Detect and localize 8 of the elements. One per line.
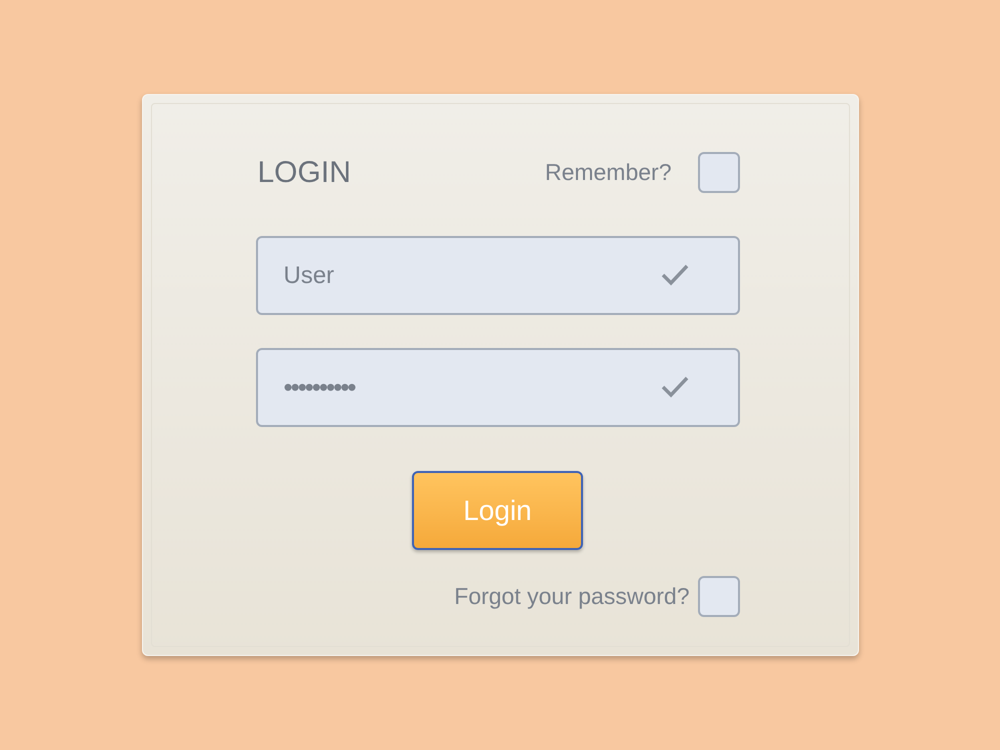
login-button[interactable]: Login	[412, 471, 583, 550]
checkbox[interactable]	[698, 576, 740, 617]
remember-label: Remember?	[544, 158, 672, 188]
forgot-password-label: Forgot your password?	[454, 582, 690, 612]
username-field[interactable]: User	[256, 236, 740, 315]
login-title: LOGIN	[258, 155, 351, 191]
checkbox[interactable]	[698, 152, 740, 193]
password-field[interactable]: ••••••••••	[256, 348, 740, 427]
